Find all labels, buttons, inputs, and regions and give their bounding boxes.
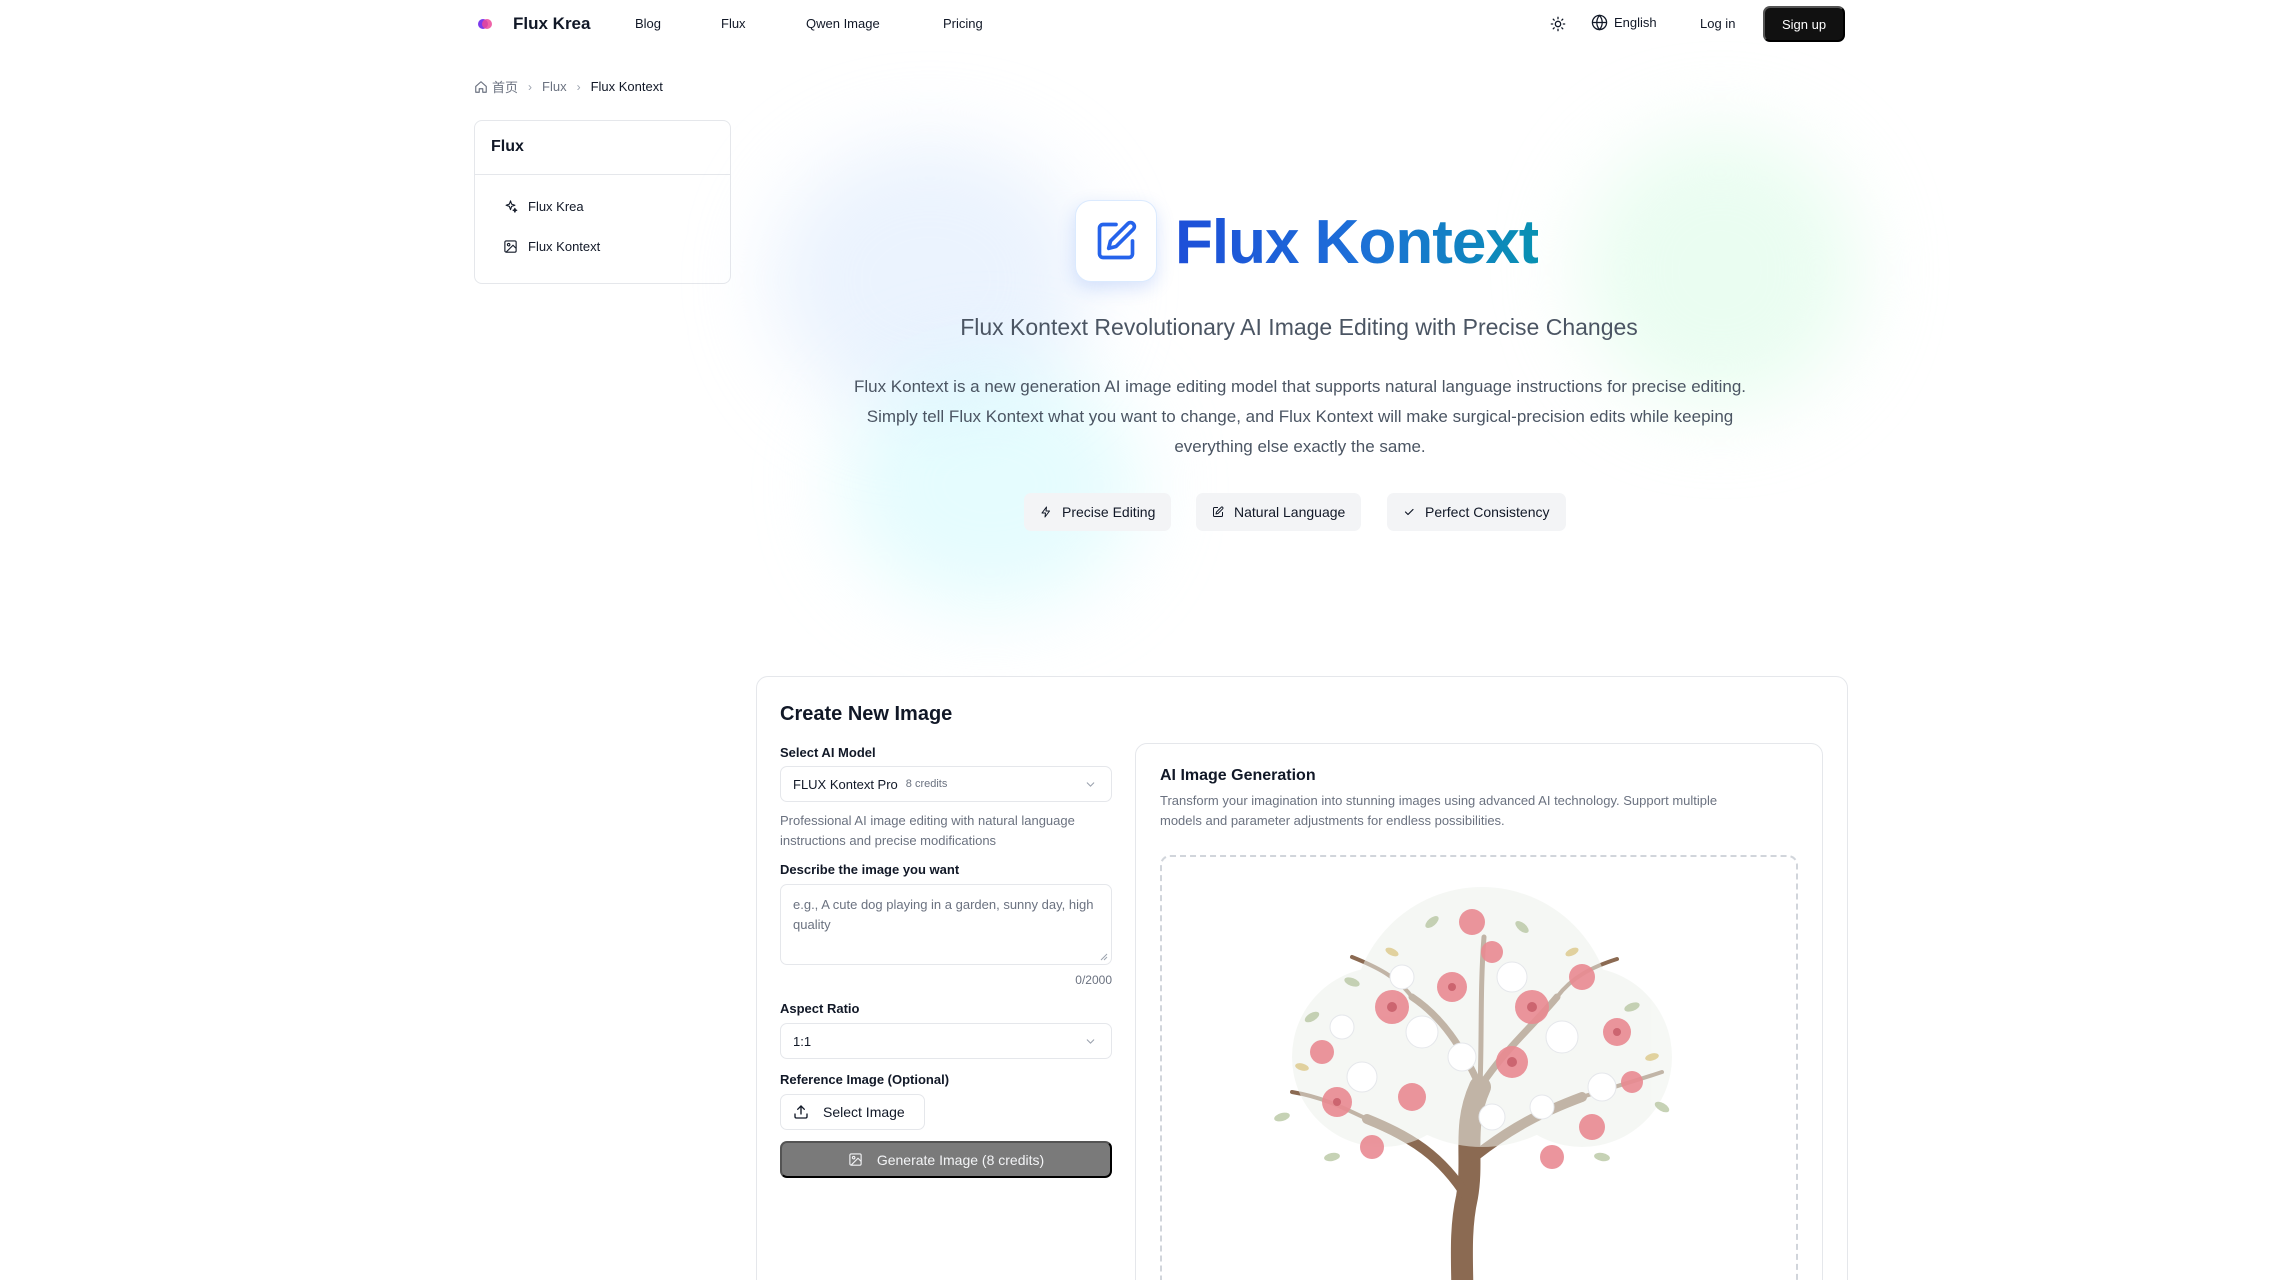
sidebar-item-label: Flux Kontext <box>528 239 601 254</box>
prompt-label: Describe the image you want <box>780 862 960 877</box>
model-description: Professional AI image editing with natur… <box>780 811 1120 851</box>
nav-link-blog[interactable]: Blog <box>635 16 661 31</box>
preview-title: AI Image Generation <box>1160 767 1316 784</box>
aspect-ratio-value: 1:1 <box>793 1033 812 1049</box>
image-icon <box>504 240 517 253</box>
breadcrumb-home[interactable]: 首页 <box>474 77 518 96</box>
model-label: Select AI Model <box>780 745 876 760</box>
model-select-value: FLUX Kontext Pro <box>793 776 898 792</box>
language-label: English <box>1614 15 1657 30</box>
nav-link-qwen-image[interactable]: Qwen Image <box>806 16 880 31</box>
sidebar-title: Flux <box>475 121 730 175</box>
select-image-button[interactable]: Select Image <box>780 1094 925 1130</box>
hero-title: Flux Kontext <box>1175 206 1539 280</box>
hero-description-line: everything else exactly the same. <box>1174 437 1426 456</box>
chip-label: Precise Editing <box>1062 504 1156 520</box>
language-selector[interactable]: English <box>1591 14 1657 31</box>
hero-description-line: Flux Kontext is a new generation AI imag… <box>853 377 1747 396</box>
generate-image-button[interactable]: Generate Image (8 credits) <box>780 1141 1112 1178</box>
hero-background-glow <box>1580 130 1860 410</box>
globe-icon <box>1591 14 1608 31</box>
feature-chip-natural-language: Natural Language <box>1196 493 1362 531</box>
breadcrumb: 首页 › Flux › Flux Kontext <box>474 77 663 96</box>
preview-description-line: models and parameter adjustments for end… <box>1160 813 1505 828</box>
chip-label: Perfect Consistency <box>1425 504 1550 520</box>
breadcrumb-current: Flux Kontext <box>590 79 663 94</box>
model-select[interactable]: FLUX Kontext Pro 8 credits <box>780 766 1112 802</box>
top-navigation-bar: Flux Krea Blog Flux Qwen Image Pricing E… <box>0 0 2273 48</box>
model-credits: 8 credits <box>905 778 948 790</box>
blossom-tree-illustration <box>1274 887 1672 1280</box>
hero-edit-icon-badge <box>1075 200 1157 282</box>
zap-icon <box>1041 506 1050 518</box>
upload-icon <box>794 1105 808 1119</box>
hero-description-line: Simply tell Flux Kontext what you want t… <box>866 407 1734 426</box>
create-card-title: Create New Image <box>780 703 953 725</box>
hero-description: Flux Kontext is a new generation AI imag… <box>790 372 1810 462</box>
image-icon <box>849 1153 862 1166</box>
select-image-label: Select Image <box>823 1104 905 1120</box>
edit-icon <box>1097 220 1137 260</box>
aspect-ratio-label: Aspect Ratio <box>780 1001 860 1016</box>
chevron-right-icon: › <box>528 79 533 94</box>
prompt-placeholder: e.g., A cute dog playing in a garden, su… <box>793 897 1094 932</box>
login-link[interactable]: Log in <box>1700 16 1735 31</box>
sidebar: Flux Flux Krea Flux Kontext <box>474 120 731 284</box>
brand-name: Flux Krea <box>513 14 591 33</box>
prompt-textarea[interactable]: e.g., A cute dog playing in a garden, su… <box>780 884 1112 965</box>
resize-handle-icon[interactable] <box>1100 953 1108 961</box>
nav-link-flux[interactable]: Flux <box>721 16 746 31</box>
sun-icon <box>1550 16 1566 32</box>
breadcrumb-home-label: 首页 <box>492 80 519 95</box>
sparkles-icon <box>505 200 518 213</box>
reference-image-label: Reference Image (Optional) <box>780 1072 950 1087</box>
signup-button[interactable]: Sign up <box>1763 6 1845 42</box>
logo-mark-icon <box>476 14 504 34</box>
feature-chip-perfect-consistency: Perfect Consistency <box>1387 493 1566 531</box>
hero-subtitle: Flux Kontext Revolutionary AI Image Edit… <box>960 314 1638 340</box>
home-icon <box>475 80 487 93</box>
breadcrumb-flux[interactable]: Flux <box>542 79 567 94</box>
model-description-line: Professional AI image editing with natur… <box>780 813 1075 828</box>
chevron-down-icon <box>1086 782 1095 787</box>
chevron-down-icon <box>1086 1039 1095 1044</box>
image-preview-dropzone[interactable] <box>1160 855 1798 1280</box>
sidebar-item-flux-kontext[interactable]: Flux Kontext <box>503 239 600 254</box>
feature-chip-precise-editing: Precise Editing <box>1024 493 1172 531</box>
model-description-line: instructions and precise modifications <box>780 833 997 848</box>
sidebar-item-flux-krea[interactable]: Flux Krea <box>503 199 584 214</box>
nav-link-pricing[interactable]: Pricing <box>943 16 983 31</box>
sidebar-item-label: Flux Krea <box>528 199 584 214</box>
preview-description: Transform your imagination into stunning… <box>1160 791 1800 831</box>
chip-label: Natural Language <box>1234 504 1346 520</box>
edit-icon <box>1213 506 1224 517</box>
aspect-ratio-select[interactable]: 1:1 <box>780 1023 1112 1059</box>
theme-toggle-button[interactable] <box>1548 14 1568 34</box>
chevron-right-icon: › <box>576 79 581 94</box>
preview-description-line: Transform your imagination into stunning… <box>1160 793 1718 808</box>
prompt-character-counter: 0/2000 <box>1075 973 1112 987</box>
brand-logo[interactable]: Flux Krea <box>476 14 590 34</box>
check-icon <box>1404 508 1414 516</box>
generate-button-label: Generate Image (8 credits) <box>876 1151 1045 1168</box>
